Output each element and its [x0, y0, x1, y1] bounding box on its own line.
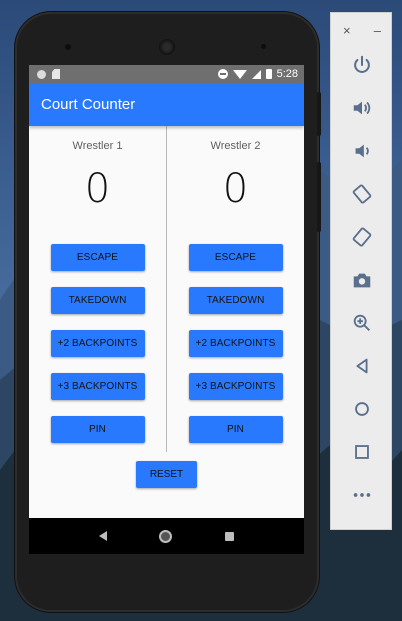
rotate-left-button[interactable]	[331, 172, 393, 215]
sensor-dot	[261, 44, 266, 49]
volume-up-button[interactable]	[331, 86, 393, 129]
score-board: Wrestler 1 0 ESCAPE TAKEDOWN +2 BACKPOIN…	[29, 126, 304, 518]
wrestler-1-plus3-backpoints-button[interactable]: +3 BACKPOINTS	[50, 373, 145, 400]
emulator-toolbar: × –	[330, 12, 392, 530]
screenshot-button[interactable]	[331, 258, 393, 301]
wrestler-2-score: 0	[222, 166, 249, 212]
power-side-button	[317, 92, 321, 136]
home-button[interactable]	[331, 387, 393, 430]
app-bar: Court Counter	[29, 83, 304, 126]
do-not-disturb-icon	[217, 69, 228, 79]
back-icon	[356, 358, 368, 373]
rotate-right-icon	[352, 226, 372, 247]
wrestler-1-escape-button[interactable]: ESCAPE	[50, 244, 145, 271]
wrestler-1-score: 0	[84, 166, 111, 212]
home-icon	[355, 401, 369, 416]
wrestler-2-column: Wrestler 2 0 ESCAPE TAKEDOWN +2 BACKPOIN…	[167, 126, 304, 518]
rotate-right-button[interactable]	[331, 215, 393, 258]
power-button[interactable]	[331, 43, 393, 86]
nav-recents-icon[interactable]	[224, 531, 234, 541]
back-button[interactable]	[331, 344, 393, 387]
rotate-left-icon	[352, 183, 372, 204]
signal-icon	[251, 69, 261, 79]
battery-icon	[265, 69, 272, 79]
close-icon[interactable]: ×	[343, 23, 351, 43]
wrestler-2-takedown-button[interactable]: TAKEDOWN	[188, 287, 283, 314]
wrestler-2-escape-button[interactable]: ESCAPE	[188, 244, 283, 271]
earpiece	[159, 39, 175, 55]
nav-home-icon[interactable]	[159, 529, 173, 543]
toolbar-window-controls: × –	[331, 13, 391, 43]
wrestler-2-plus3-backpoints-button[interactable]: +3 BACKPOINTS	[188, 373, 283, 400]
status-bar: 5:28	[29, 65, 304, 83]
volume-side-button	[317, 162, 321, 232]
device-screen: 5:28 Court Counter Wrestler 1 0 ESCAPE T…	[29, 65, 304, 554]
notification-icon	[37, 69, 46, 79]
zoom-button[interactable]	[331, 301, 393, 344]
wrestler-2-pin-button[interactable]: PIN	[188, 416, 283, 443]
power-icon	[354, 55, 370, 73]
overview-icon	[355, 444, 369, 459]
more-icon	[353, 492, 371, 497]
volume-up-icon	[353, 101, 371, 114]
android-nav-bar	[29, 518, 304, 554]
camera-dot	[65, 44, 71, 50]
status-time: 5:28	[276, 68, 298, 80]
zoom-icon	[353, 314, 370, 331]
wifi-icon	[232, 69, 247, 79]
minimize-icon[interactable]: –	[374, 23, 381, 43]
nav-back-icon[interactable]	[99, 531, 108, 541]
wrestler-1-takedown-button[interactable]: TAKEDOWN	[50, 287, 145, 314]
volume-down-icon	[355, 144, 369, 157]
overview-button[interactable]	[331, 430, 393, 473]
camera-icon	[353, 273, 371, 287]
volume-down-button[interactable]	[331, 129, 393, 172]
wrestler-2-plus2-backpoints-button[interactable]: +2 BACKPOINTS	[188, 330, 283, 357]
reset-button[interactable]: RESET	[136, 461, 197, 488]
more-button[interactable]	[331, 473, 393, 516]
wrestler-1-name: Wrestler 1	[72, 140, 123, 152]
sd-card-icon	[52, 69, 60, 79]
wrestler-1-pin-button[interactable]: PIN	[50, 416, 145, 443]
wrestler-2-name: Wrestler 2	[210, 140, 261, 152]
wrestler-1-column: Wrestler 1 0 ESCAPE TAKEDOWN +2 BACKPOIN…	[29, 126, 166, 518]
wrestler-1-plus2-backpoints-button[interactable]: +2 BACKPOINTS	[50, 330, 145, 357]
app-title: Court Counter	[41, 96, 136, 113]
